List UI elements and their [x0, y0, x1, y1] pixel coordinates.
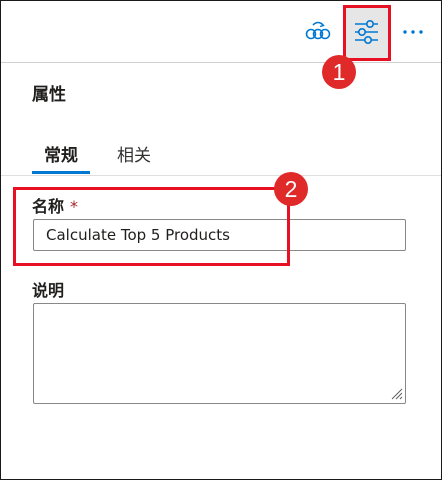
- tab-bar: 常规 相关: [1, 131, 441, 176]
- name-label-text: 名称: [32, 197, 65, 216]
- data-flow-icon: [305, 21, 331, 40]
- name-input[interactable]: [33, 219, 406, 251]
- panel-title: 属性: [32, 85, 66, 105]
- description-label: 说明: [32, 281, 65, 300]
- properties-pane: 属性 常规 相关 名称 * 说明 1 2: [0, 0, 442, 480]
- tab-general[interactable]: 常规: [44, 141, 78, 166]
- resize-grip-icon[interactable]: [389, 386, 403, 400]
- data-flow-button[interactable]: [305, 17, 331, 45]
- description-textarea[interactable]: [33, 303, 406, 404]
- selected-tab-indicator: [32, 171, 90, 174]
- settings-sliders-icon: [355, 20, 378, 44]
- name-label: 名称 *: [32, 193, 78, 217]
- more-horizontal-icon: [403, 30, 423, 34]
- required-marker: *: [70, 197, 79, 216]
- pane-toolbar: [1, 1, 441, 63]
- more-options-button[interactable]: [396, 15, 430, 47]
- callout-badge-2: 2: [274, 172, 308, 206]
- callout-badge-1: 1: [322, 55, 356, 89]
- properties-button[interactable]: [343, 5, 390, 60]
- tab-related[interactable]: 相关: [117, 141, 151, 166]
